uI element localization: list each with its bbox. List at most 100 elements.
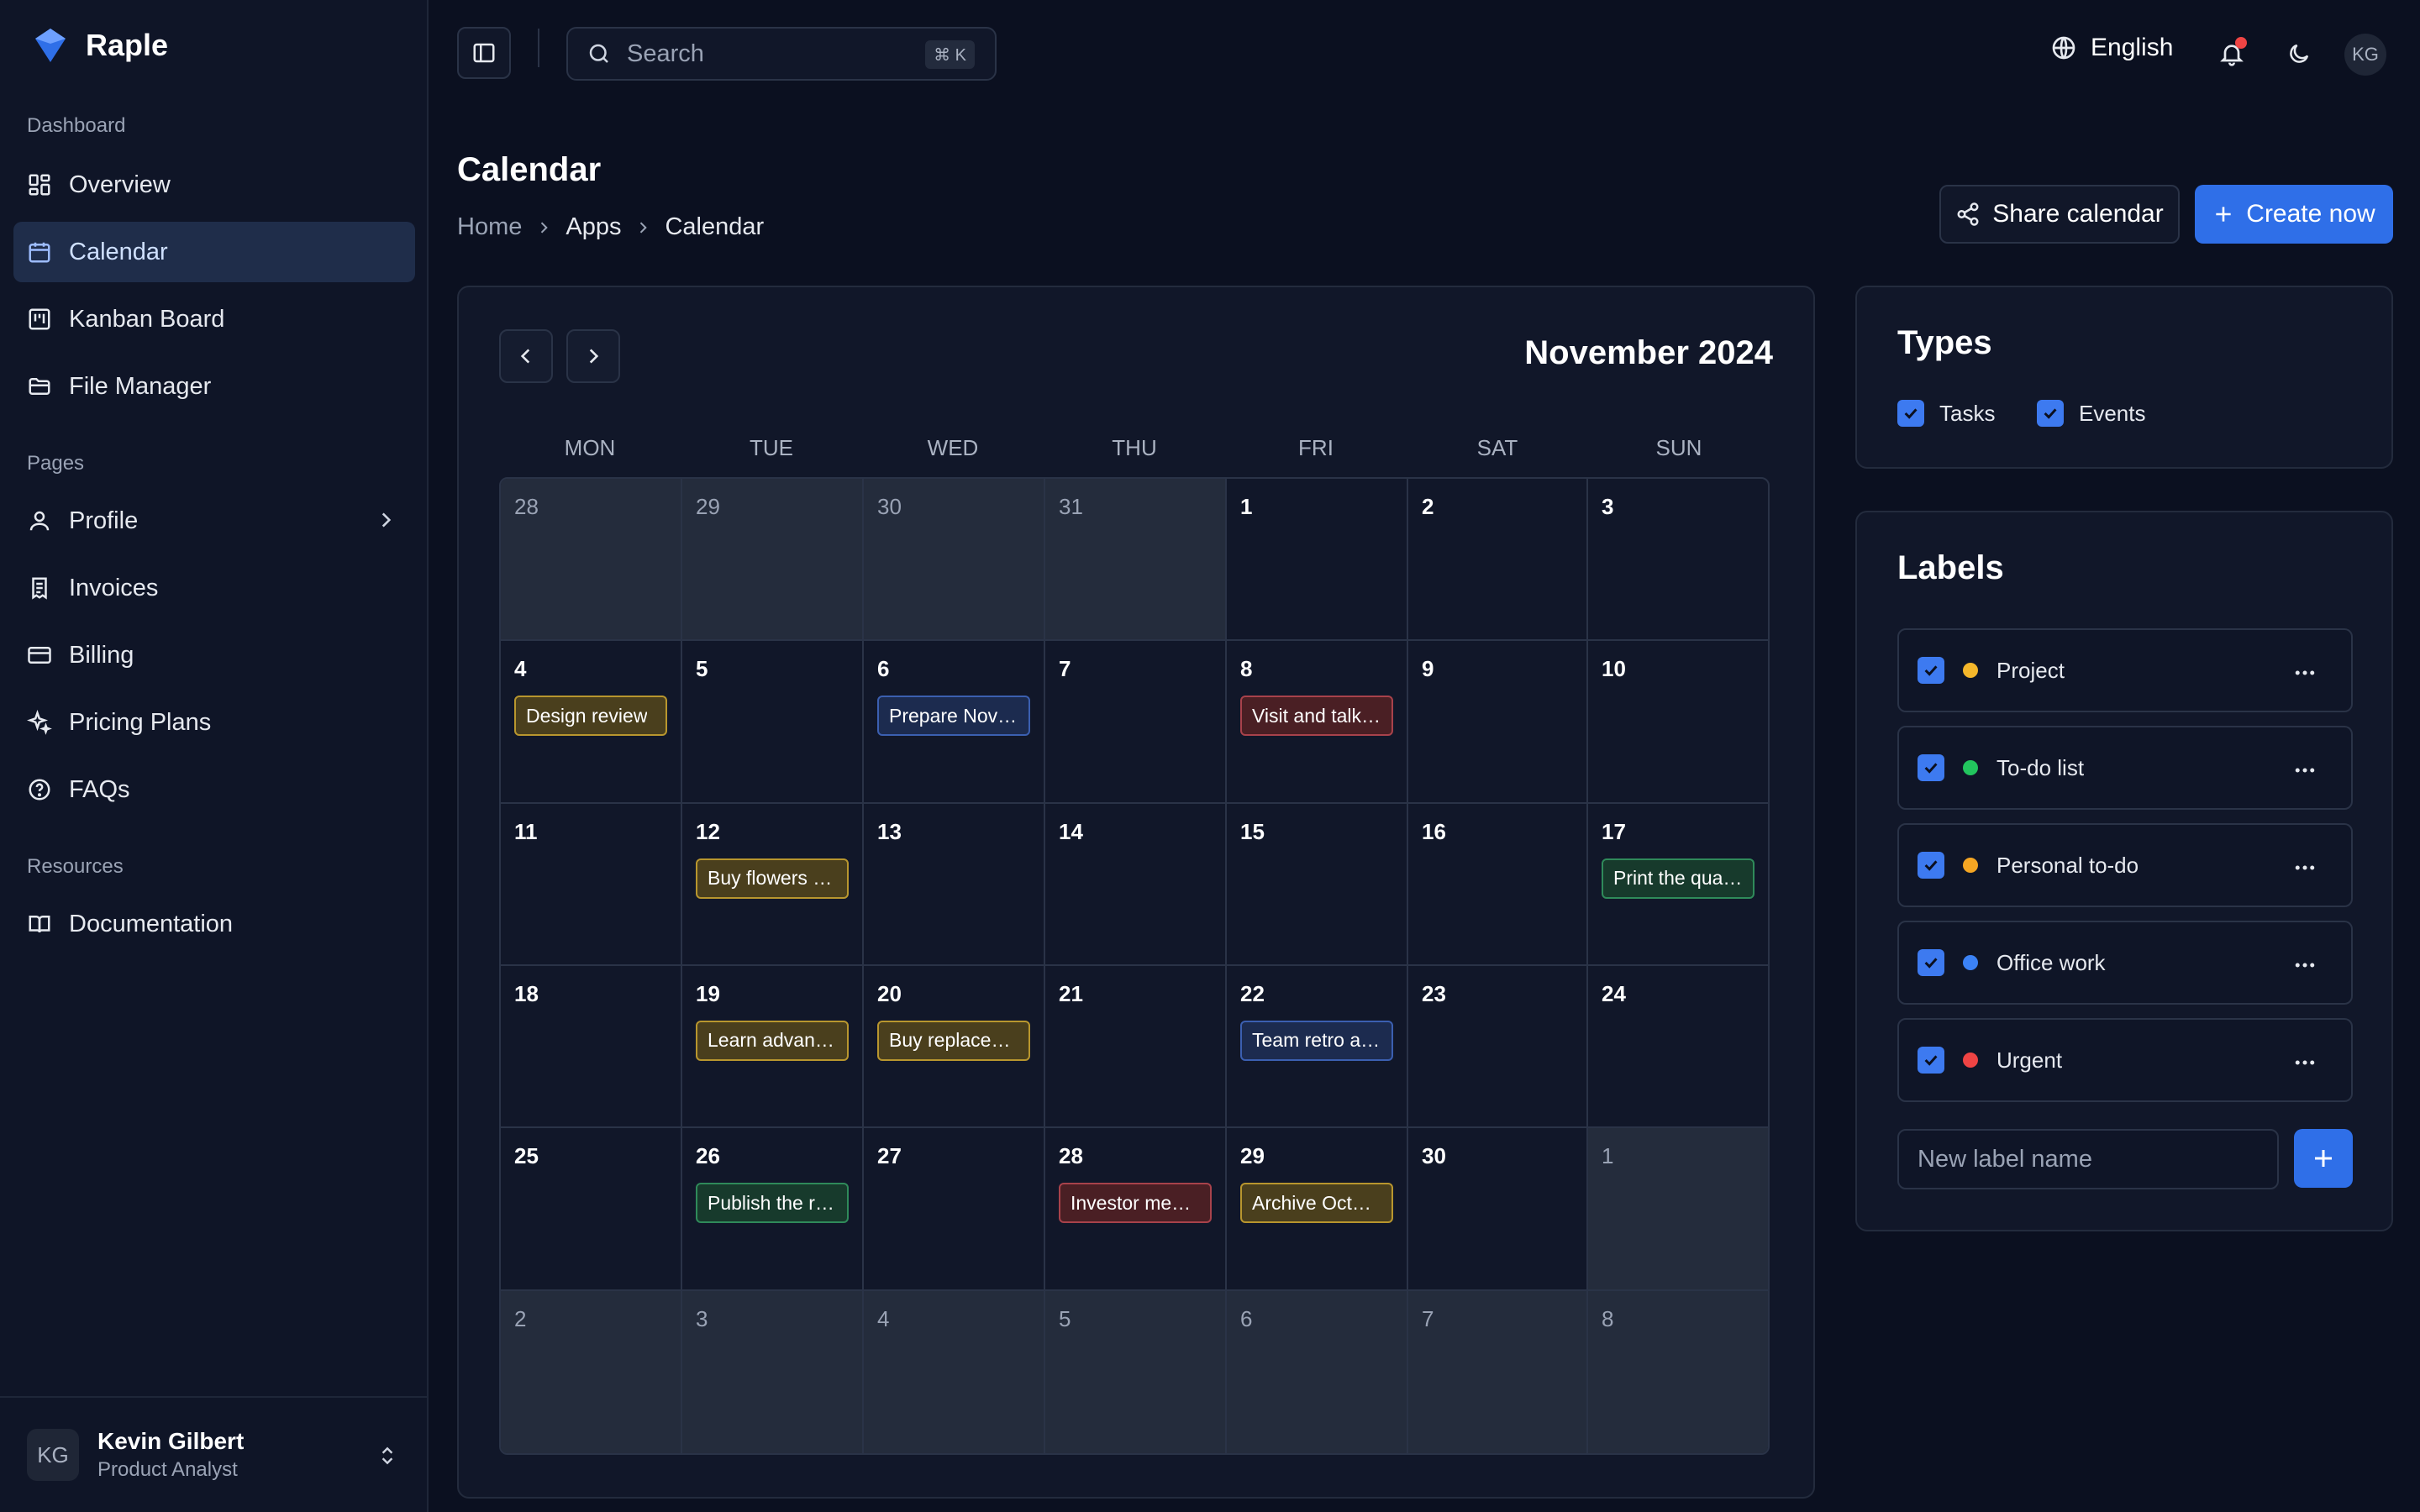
calendar-event[interactable]: Team retro and planning (1240, 1020, 1393, 1061)
calendar-day-cell[interactable]: 8 Visit and talk to client (1227, 641, 1408, 804)
avatar[interactable]: KG (2344, 34, 2386, 76)
calendar-day-cell[interactable]: 11 (501, 803, 682, 966)
sidebar-item-pricing-plans[interactable]: Pricing Plans (13, 692, 415, 753)
calendar-day-cell[interactable]: 1 (1227, 479, 1408, 642)
calendar-day-cell[interactable]: 6 (1227, 1290, 1408, 1453)
label-item[interactable]: Project (1897, 628, 2353, 712)
calendar-day-cell[interactable]: 23 (1408, 965, 1588, 1129)
calendar-event[interactable]: Buy flowers for mom (696, 858, 849, 899)
checkbox-checked-icon[interactable] (1918, 754, 1944, 781)
search-input[interactable] (627, 39, 929, 68)
checkbox-checked-icon[interactable] (1897, 400, 1924, 427)
calendar-day-cell[interactable]: 3 (1588, 479, 1768, 642)
calendar-event[interactable]: Buy replacement parts (877, 1020, 1030, 1061)
label-item[interactable]: Urgent (1897, 1018, 2353, 1102)
language-selector[interactable]: English (2050, 34, 2173, 62)
breadcrumb-apps[interactable]: Apps (566, 213, 621, 241)
calendar-event[interactable]: Print the quarterly report (1602, 858, 1754, 899)
calendar-day-cell[interactable]: 16 (1408, 803, 1588, 966)
calendar-day-cell[interactable]: 8 (1588, 1290, 1768, 1453)
calendar-event[interactable]: Learn advanced topics (696, 1020, 849, 1061)
breadcrumb-home[interactable]: Home (457, 213, 522, 241)
calendar-event[interactable]: Prepare November report (877, 696, 1030, 737)
calendar-day-cell[interactable]: 2 (501, 1290, 682, 1453)
calendar-day-cell[interactable]: 28 Investor meeting (1045, 1128, 1227, 1291)
checkbox-checked-icon[interactable] (1918, 657, 1944, 684)
calendar-day-cell[interactable]: 30 (864, 479, 1045, 642)
chevrons-up-down-icon[interactable] (376, 1443, 398, 1468)
calendar-day-cell[interactable]: 3 (682, 1290, 864, 1453)
label-item[interactable]: Office work (1897, 921, 2353, 1005)
sidebar-toggle-button[interactable] (457, 27, 511, 79)
calendar-day-cell[interactable]: 24 (1588, 966, 1768, 1129)
calendar-day-cell[interactable]: 26 Publish the release (682, 1128, 864, 1291)
calendar-day-cell[interactable]: 1 (1588, 1128, 1768, 1291)
new-label-input[interactable] (1897, 1129, 2279, 1189)
more-horizontal-icon[interactable] (2292, 1050, 2317, 1075)
calendar-day-cell[interactable]: 19 Learn advanced topics (682, 965, 864, 1129)
checkbox-checked-icon[interactable] (2037, 400, 2064, 427)
calendar-day-cell[interactable]: 12 Buy flowers for mom (682, 803, 864, 966)
calendar-day-cell[interactable]: 29 (682, 479, 864, 642)
calendar-day-cell[interactable]: 21 (1045, 965, 1227, 1129)
sidebar-item-overview[interactable]: Overview (13, 155, 415, 215)
calendar-day-cell[interactable]: 22 Team retro and planning (1227, 965, 1408, 1129)
sidebar-item-faqs[interactable]: FAQs (13, 759, 415, 820)
calendar-day-cell[interactable]: 2 (1408, 479, 1588, 642)
sidebar-item-kanban[interactable]: Kanban Board (13, 289, 415, 349)
brand[interactable]: Raple (34, 27, 168, 64)
theme-toggle-button[interactable] (2279, 34, 2319, 74)
sidebar-item-calendar[interactable]: Calendar (13, 222, 415, 282)
next-month-button[interactable] (566, 329, 620, 383)
calendar-event[interactable]: Design review (514, 696, 667, 737)
calendar-day-cell[interactable]: 6 Prepare November report (864, 641, 1045, 804)
calendar-day-cell[interactable]: 4 (864, 1290, 1045, 1453)
sidebar-item-billing[interactable]: Billing (13, 625, 415, 685)
calendar-day-cell[interactable]: 27 (864, 1128, 1045, 1291)
calendar-day-cell[interactable]: 18 (501, 965, 682, 1129)
calendar-day-cell[interactable]: 5 (1045, 1290, 1227, 1453)
calendar-day-cell[interactable]: 20 Buy replacement parts (864, 965, 1045, 1129)
calendar-event[interactable]: Publish the release (696, 1183, 849, 1224)
calendar-day-cell[interactable]: 7 (1045, 641, 1227, 804)
calendar-day-cell[interactable]: 10 (1588, 641, 1768, 804)
more-horizontal-icon[interactable] (2292, 953, 2317, 978)
calendar-event[interactable]: Archive October files (1240, 1183, 1393, 1224)
calendar-event[interactable]: Investor meeting (1059, 1183, 1212, 1224)
label-item[interactable]: Personal to-do (1897, 823, 2353, 907)
calendar-day-cell[interactable]: 29 Archive October files (1227, 1128, 1408, 1291)
checkbox-checked-icon[interactable] (1918, 852, 1944, 879)
prev-month-button[interactable] (499, 329, 553, 383)
checkbox-checked-icon[interactable] (1918, 949, 1944, 976)
notifications-button[interactable] (2212, 34, 2252, 74)
sidebar-item-invoices[interactable]: Invoices (13, 558, 415, 618)
user-card[interactable]: KG Kevin Gilbert Product Analyst (0, 1396, 429, 1512)
calendar-day-cell[interactable]: 4 Design review (501, 641, 682, 804)
add-label-button[interactable] (2294, 1129, 2353, 1188)
calendar-day-cell[interactable]: 25 (501, 1128, 682, 1291)
calendar-day-cell[interactable]: 7 (1408, 1290, 1588, 1453)
create-now-button[interactable]: Create now (2195, 185, 2393, 244)
more-horizontal-icon[interactable] (2292, 855, 2317, 880)
search-box[interactable]: ⌘ K (566, 27, 997, 81)
calendar-day-cell[interactable]: 15 (1227, 803, 1408, 966)
calendar-day-cell[interactable]: 9 (1408, 641, 1588, 804)
calendar-day-cell[interactable]: 31 (1045, 479, 1227, 642)
calendar-day-cell[interactable]: 30 (1408, 1128, 1588, 1291)
more-horizontal-icon[interactable] (2292, 660, 2317, 685)
sidebar-item-documentation[interactable]: Documentation (13, 894, 415, 954)
type-events[interactable]: Events (2037, 400, 2146, 427)
label-item[interactable]: To-do list (1897, 726, 2353, 810)
checkbox-checked-icon[interactable] (1918, 1047, 1944, 1074)
sidebar-item-file-manager[interactable]: File Manager (13, 356, 415, 417)
calendar-event[interactable]: Visit and talk to client (1240, 696, 1393, 737)
type-tasks[interactable]: Tasks (1897, 400, 1995, 427)
share-calendar-button[interactable]: Share calendar (1939, 185, 2180, 244)
calendar-day-cell[interactable]: 13 (864, 803, 1045, 966)
calendar-day-cell[interactable]: 17 Print the quarterly report (1588, 804, 1768, 966)
calendar-day-cell[interactable]: 14 (1045, 803, 1227, 966)
calendar-day-cell[interactable]: 28 (501, 479, 682, 642)
calendar-day-cell[interactable]: 5 (682, 641, 864, 804)
sidebar-item-profile[interactable]: Profile (13, 491, 415, 551)
more-horizontal-icon[interactable] (2292, 758, 2317, 783)
